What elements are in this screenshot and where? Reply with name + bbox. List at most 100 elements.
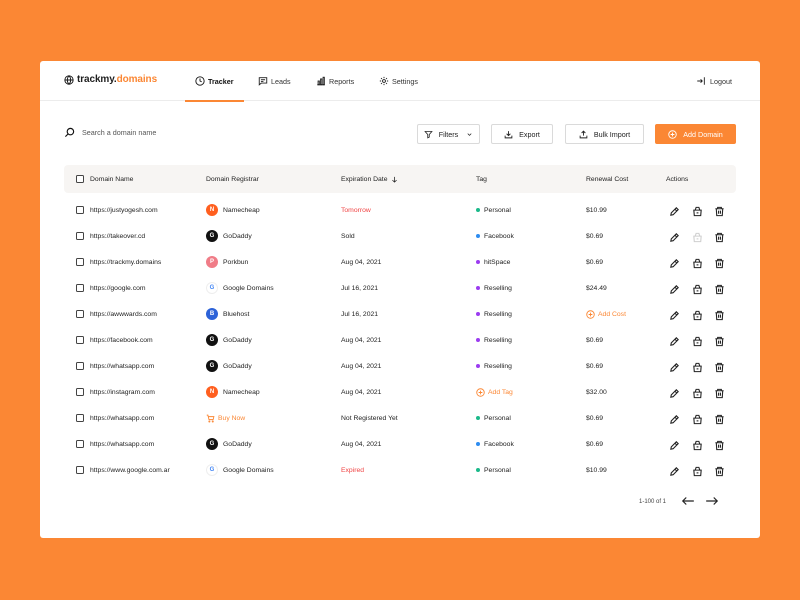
delete-icon[interactable]: [714, 308, 725, 321]
delete-icon[interactable]: [714, 334, 725, 347]
delete-icon[interactable]: [714, 464, 725, 477]
arrow-right-icon[interactable]: [705, 495, 719, 507]
edit-icon[interactable]: [669, 334, 680, 346]
add-cost-button[interactable]: Add Cost: [586, 301, 626, 327]
edit-icon[interactable]: [669, 464, 680, 476]
marketplace-icon[interactable]: [692, 438, 703, 451]
header-tag[interactable]: Tag: [476, 165, 487, 193]
expiration-date: Jul 16, 2021: [341, 310, 379, 318]
marketplace-icon[interactable]: [692, 282, 703, 295]
marketplace-icon[interactable]: [692, 256, 703, 269]
bulk-import-button[interactable]: Bulk Import: [565, 124, 644, 144]
delete-icon[interactable]: [714, 360, 725, 373]
registrar-cell: N Namecheap: [206, 379, 260, 405]
marketplace-icon[interactable]: [692, 334, 703, 347]
domain-name[interactable]: https://justyogesh.com: [90, 197, 158, 223]
delete-icon[interactable]: [714, 282, 725, 295]
buy-now-link[interactable]: Buy Now: [206, 405, 245, 431]
table-row: https://awwwards.com B Bluehost Jul 16, 202…: [64, 301, 736, 327]
edit-icon[interactable]: [669, 308, 680, 320]
header-domain-registrar[interactable]: Domain Registrar: [206, 165, 259, 193]
domain-name[interactable]: https://instagram.com: [90, 379, 155, 405]
arrow-left-icon[interactable]: [681, 495, 695, 507]
domain-name[interactable]: https://whatsapp.com: [90, 431, 154, 457]
row-checkbox[interactable]: [76, 249, 84, 275]
row-checkbox[interactable]: [76, 197, 84, 223]
logout-button[interactable]: Logout: [696, 61, 732, 101]
message-icon: [258, 77, 268, 86]
renewal-cost: $0.69: [586, 414, 604, 422]
tab-settings[interactable]: Settings: [379, 61, 418, 101]
delete-icon[interactable]: [714, 438, 725, 451]
header-domain-name[interactable]: Domain Name: [90, 165, 133, 193]
expiration-date: Jul 16, 2021: [341, 284, 379, 292]
table-header: Domain Name Domain Registrar Expiration …: [64, 165, 736, 193]
domain-name[interactable]: https://www.google.com.ar: [90, 457, 170, 483]
edit-icon[interactable]: [669, 438, 680, 450]
search-bar: [64, 127, 232, 138]
marketplace-icon[interactable]: [692, 204, 703, 217]
marketplace-icon[interactable]: [692, 308, 703, 321]
header-expiration-date[interactable]: Expiration Date: [341, 165, 398, 193]
marketplace-icon[interactable]: [692, 464, 703, 477]
edit-icon[interactable]: [669, 256, 680, 268]
row-checkbox[interactable]: [76, 431, 84, 457]
add-domain-button[interactable]: Add Domain: [655, 124, 736, 144]
row-checkbox[interactable]: [76, 353, 84, 379]
export-button[interactable]: Export: [491, 124, 553, 144]
tag-dot-icon: [476, 442, 480, 446]
tab-tracker-label: Tracker: [208, 76, 234, 86]
pagination-label: 1-100 of 1: [639, 499, 667, 505]
row-checkbox[interactable]: [76, 379, 84, 405]
filters-dropdown[interactable]: Filters: [417, 124, 480, 144]
marketplace-icon[interactable]: [692, 386, 703, 399]
search-icon: [64, 127, 75, 138]
edit-icon[interactable]: [669, 386, 680, 398]
edit-icon[interactable]: [669, 230, 680, 242]
tag-dot-icon: [476, 364, 480, 368]
domain-name[interactable]: https://google.com: [90, 275, 146, 301]
domain-name[interactable]: https://takeover.cd: [90, 223, 145, 249]
table-row: https://trackmy.domains P Porkbun Aug 04, 2…: [64, 249, 736, 275]
tab-leads[interactable]: Leads: [258, 61, 291, 101]
edit-icon[interactable]: [669, 360, 680, 372]
marketplace-icon[interactable]: [692, 230, 703, 243]
domain-name[interactable]: https://whatsapp.com: [90, 405, 154, 431]
marketplace-icon[interactable]: [692, 412, 703, 425]
domain-name[interactable]: https://trackmy.domains: [90, 249, 161, 275]
delete-icon[interactable]: [714, 412, 725, 425]
tab-tracker[interactable]: Tracker: [185, 61, 244, 102]
tag-dot-icon: [476, 234, 480, 238]
edit-icon[interactable]: [669, 282, 680, 294]
app-logo[interactable]: trackmy. domains: [64, 74, 157, 85]
delete-icon[interactable]: [714, 386, 725, 399]
domain-name[interactable]: https://awwwards.com: [90, 301, 157, 327]
arrow-down-icon: [392, 176, 398, 183]
row-checkbox[interactable]: [76, 327, 84, 353]
delete-icon[interactable]: [714, 204, 725, 217]
row-checkbox[interactable]: [76, 275, 84, 301]
table-row: https://google.com G Google Domains Jul 16,…: [64, 275, 736, 301]
row-checkbox[interactable]: [76, 457, 84, 483]
tab-reports[interactable]: Reports: [316, 61, 354, 101]
search-input[interactable]: [82, 128, 232, 137]
select-all-checkbox[interactable]: [76, 165, 84, 193]
registrar-logo-icon: G: [206, 334, 218, 346]
edit-icon[interactable]: [669, 204, 680, 216]
row-checkbox[interactable]: [76, 223, 84, 249]
marketplace-icon[interactable]: [692, 360, 703, 373]
domain-name[interactable]: https://facebook.com: [90, 327, 153, 353]
edit-icon[interactable]: [669, 412, 680, 424]
bar-chart-icon: [317, 76, 325, 86]
renewal-cost: $0.69: [586, 336, 604, 344]
row-checkbox[interactable]: [76, 301, 84, 327]
domain-name[interactable]: https://whatsapp.com: [90, 353, 154, 379]
delete-icon[interactable]: [714, 256, 725, 269]
header-renewal-cost[interactable]: Renewal Cost: [586, 165, 628, 193]
expiration-date: Sold: [341, 232, 355, 240]
delete-icon[interactable]: [714, 230, 725, 243]
row-checkbox[interactable]: [76, 405, 84, 431]
add-tag-label: Add Tag: [488, 388, 513, 396]
add-tag-button[interactable]: Add Tag: [476, 379, 513, 405]
logout-icon: [697, 77, 705, 85]
